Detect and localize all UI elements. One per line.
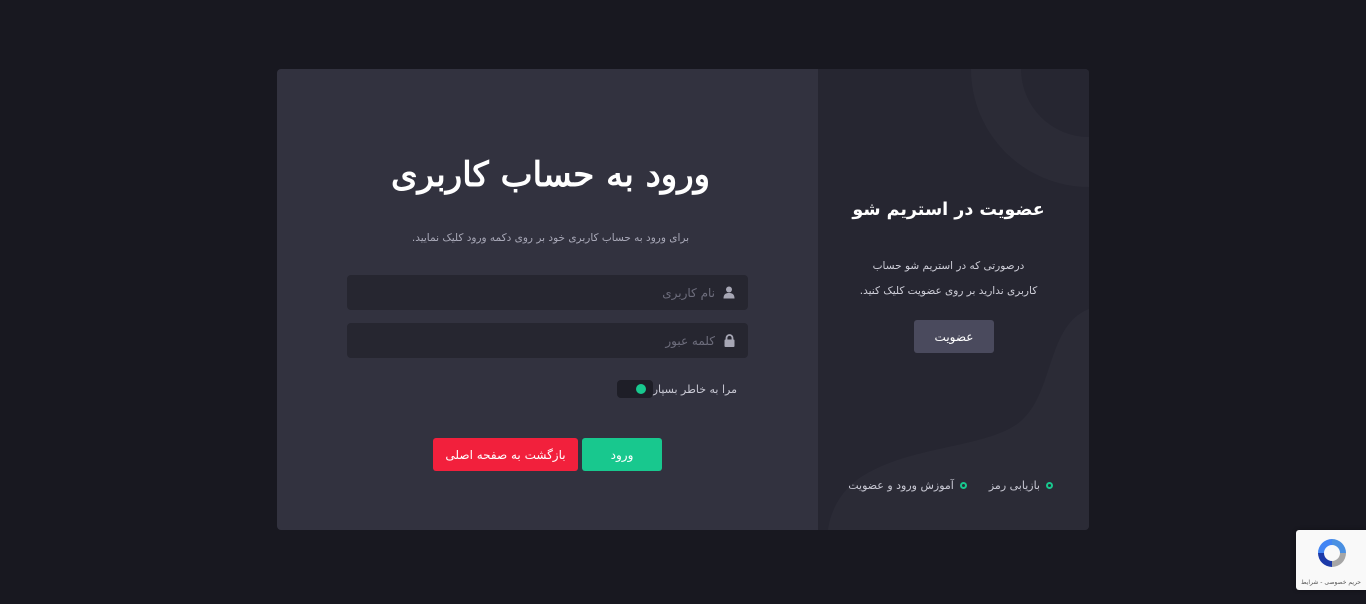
ring-dot-icon — [959, 482, 967, 489]
user-icon — [722, 286, 736, 300]
remember-me: مرا به خاطر بسپار — [616, 380, 748, 398]
password-input[interactable] — [347, 323, 715, 358]
login-subtitle: برای ورود به حساب کاربری خود بر روی دکمه… — [411, 232, 690, 244]
signup-button[interactable]: عضویت — [914, 320, 994, 353]
tutorial-label: آموزش ورود و عضویت — [848, 479, 954, 492]
auth-card: ورود به حساب کاربری برای ورود به حساب کا… — [277, 69, 1089, 530]
remember-me-label: مرا به خاطر بسپار — [652, 382, 737, 396]
lock-icon — [722, 334, 736, 348]
ring-dot-icon — [1046, 482, 1053, 489]
tutorial-link[interactable]: آموزش ورود و عضویت — [848, 479, 967, 492]
signup-title: عضویت در استریم شو — [852, 200, 1045, 220]
recaptcha-logo-icon — [1315, 536, 1349, 574]
signup-text-line-1: درصورتی که در استریم شو حساب — [872, 260, 1025, 272]
login-button[interactable]: ورود — [582, 438, 662, 471]
login-panel: ورود به حساب کاربری برای ورود به حساب کا… — [277, 69, 818, 530]
login-title: ورود به حساب کاربری — [390, 155, 711, 195]
recover-password-link[interactable]: بازیابی رمز — [989, 479, 1053, 492]
help-links: بازیابی رمز آموزش ورود و عضویت — [826, 479, 1053, 492]
recaptcha-terms[interactable]: حریم خصوصی - شرایط — [1296, 579, 1366, 586]
signup-panel: عضویت در استریم شو درصورتی که در استریم … — [818, 69, 1089, 530]
recaptcha-badge[interactable]: حریم خصوصی - شرایط — [1296, 530, 1366, 590]
username-field[interactable] — [347, 275, 748, 310]
password-field[interactable] — [347, 323, 748, 358]
signup-text-line-2: کاربری ندارید بر روی عضویت کلیک کنید. — [859, 285, 1038, 297]
recover-password-label: بازیابی رمز — [988, 479, 1040, 492]
signup-description: درصورتی که در استریم شو حساب کاربری ندار… — [818, 254, 1084, 304]
username-input[interactable] — [347, 275, 715, 310]
back-home-button[interactable]: بازگشت به صفحه اصلی — [433, 438, 578, 471]
remember-me-toggle[interactable] — [616, 380, 653, 398]
toggle-knob — [635, 384, 646, 394]
